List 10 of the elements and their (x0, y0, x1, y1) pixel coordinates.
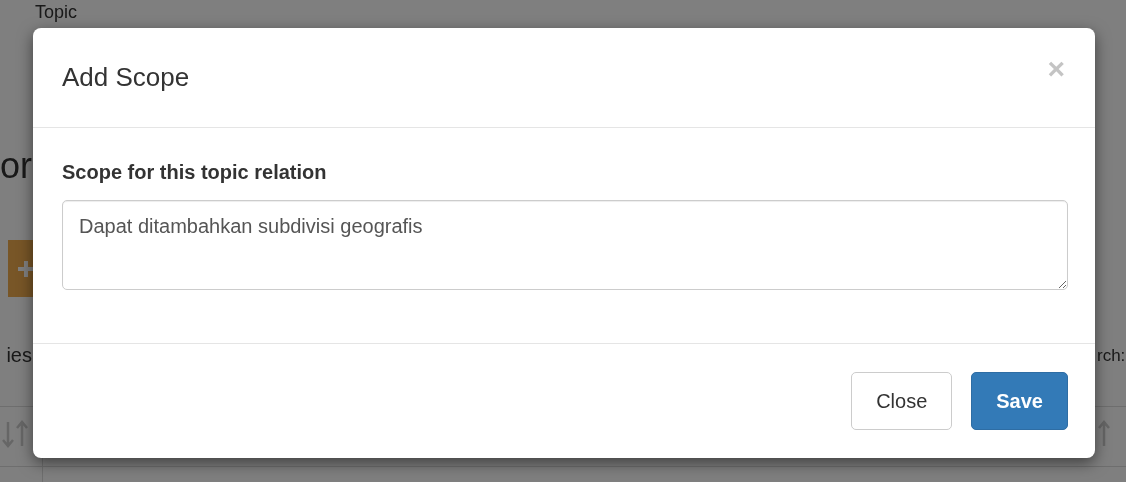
page-heading: or (0, 146, 32, 186)
save-button[interactable]: Save (971, 372, 1068, 430)
entries-label: ies (6, 343, 32, 367)
add-button[interactable] (8, 240, 34, 297)
close-button[interactable]: Close (851, 372, 953, 430)
scope-textarea[interactable]: Dapat ditambahkan subdivisi geografis (62, 200, 1068, 290)
field-label: Scope for this topic relation (62, 160, 328, 185)
column-heading: Topic (35, 2, 78, 22)
search-label: rch: (1097, 345, 1126, 367)
modal-title: Add Scope (62, 61, 190, 94)
